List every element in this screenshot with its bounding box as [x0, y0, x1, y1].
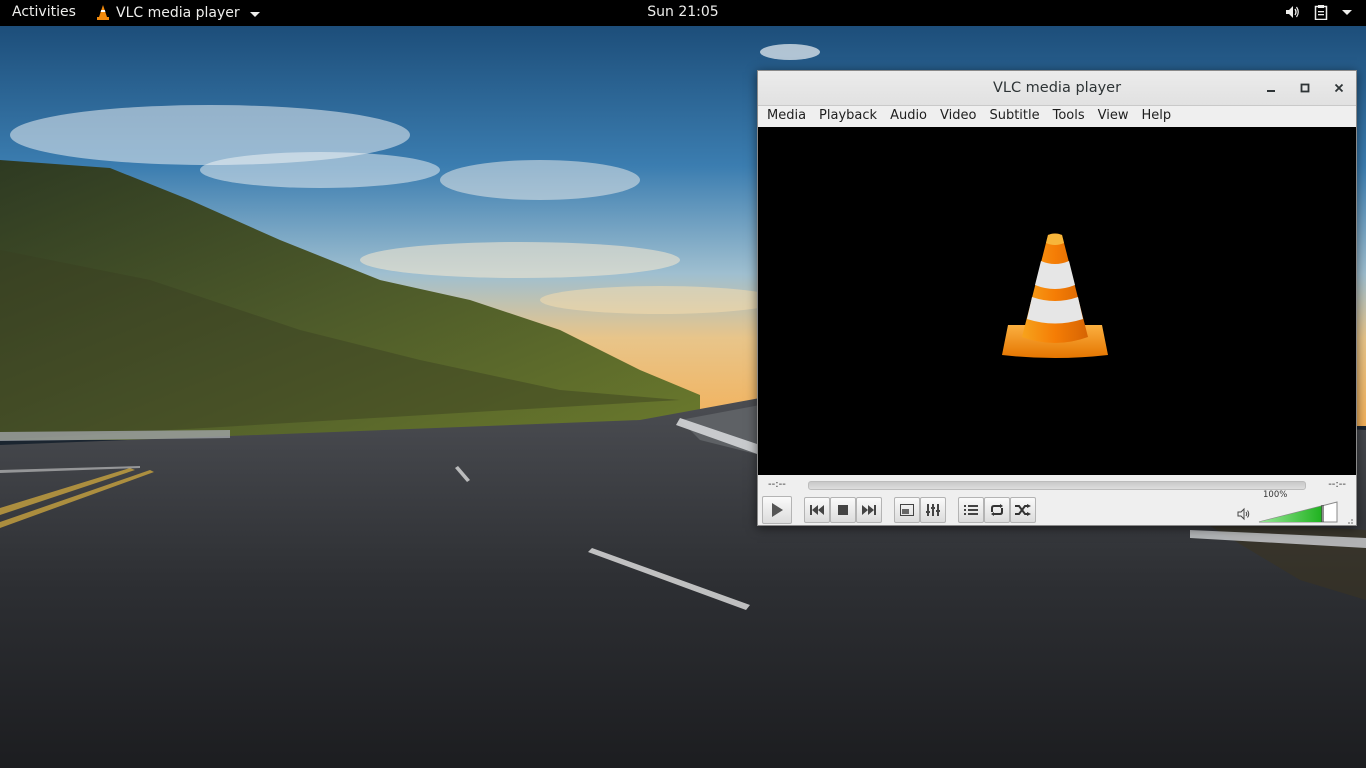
maximize-button[interactable]	[1293, 77, 1317, 99]
system-menu-caret-icon[interactable]	[1342, 9, 1352, 15]
loop-icon	[991, 504, 1003, 516]
menu-video[interactable]: Video	[935, 106, 981, 126]
playlist-button[interactable]	[958, 497, 984, 523]
vlc-window: VLC media player Media Playback Audio Vi…	[757, 70, 1357, 526]
menu-subtitle[interactable]: Subtitle	[984, 106, 1044, 126]
next-button[interactable]	[856, 497, 882, 523]
extended-settings-button[interactable]	[920, 497, 946, 523]
menu-view[interactable]: View	[1093, 106, 1134, 126]
menu-media-label: Media	[767, 108, 807, 123]
menu-media[interactable]: Media	[762, 106, 811, 126]
maximize-icon	[1300, 83, 1310, 93]
menu-tools-label: Tools	[1052, 108, 1085, 123]
shuffle-button[interactable]	[1010, 497, 1036, 523]
playlist-icon	[964, 505, 978, 515]
previous-icon	[810, 505, 824, 515]
volume-slider[interactable]	[1258, 501, 1338, 523]
stop-icon	[838, 505, 848, 515]
equalizer-icon	[926, 504, 940, 516]
resize-grip-icon[interactable]	[1344, 515, 1354, 525]
menu-audio[interactable]: Audio	[885, 106, 932, 126]
clipboard-icon[interactable]	[1314, 4, 1328, 20]
top-bar: Activities VLC media player Sun 21:05	[0, 0, 1366, 26]
close-icon	[1334, 83, 1344, 93]
total-time: --:--	[1328, 479, 1346, 490]
menu-subtitle-label: Subtitle	[989, 108, 1040, 123]
fullscreen-icon	[900, 504, 914, 516]
menu-playback-label: Playback	[819, 108, 878, 123]
app-menu-label: VLC media player	[116, 5, 240, 21]
vlc-cone-logo	[1002, 233, 1108, 358]
play-button[interactable]	[762, 496, 792, 524]
menu-video-label: Video	[940, 108, 977, 123]
loop-button[interactable]	[984, 497, 1010, 523]
menu-help-label: Help	[1141, 108, 1172, 123]
window-titlebar[interactable]: VLC media player	[758, 71, 1356, 106]
playback-controls: 100%	[758, 490, 1356, 527]
shuffle-icon	[1015, 504, 1031, 516]
menu-bar: Media Playback Audio Video Subtitle Tool…	[758, 106, 1356, 126]
video-area[interactable]	[758, 127, 1356, 475]
menu-audio-label: Audio	[890, 108, 928, 123]
previous-button[interactable]	[804, 497, 830, 523]
system-tray[interactable]	[1284, 4, 1352, 20]
fullscreen-button[interactable]	[894, 497, 920, 523]
next-icon	[862, 505, 876, 515]
app-menu[interactable]: VLC media player	[96, 3, 260, 23]
volume-percent: 100%	[1263, 490, 1288, 500]
stop-button[interactable]	[830, 497, 856, 523]
mute-volume-icon[interactable]	[1236, 506, 1252, 522]
volume-icon[interactable]	[1284, 4, 1300, 20]
menu-view-label: View	[1097, 108, 1129, 123]
elapsed-time: --:--	[768, 479, 786, 490]
seek-slider[interactable]	[808, 481, 1306, 490]
vlc-cone-icon	[97, 5, 109, 20]
minimize-icon	[1267, 90, 1275, 92]
caret-down-icon	[249, 11, 260, 17]
minimize-button[interactable]	[1259, 77, 1283, 99]
activities-button[interactable]: Activities	[12, 4, 76, 20]
clock[interactable]: Sun 21:05	[647, 4, 718, 20]
play-icon	[772, 503, 783, 517]
menu-help[interactable]: Help	[1137, 106, 1177, 126]
menu-tools[interactable]: Tools	[1048, 106, 1090, 126]
menu-playback[interactable]: Playback	[814, 106, 882, 126]
close-button[interactable]	[1327, 77, 1351, 99]
